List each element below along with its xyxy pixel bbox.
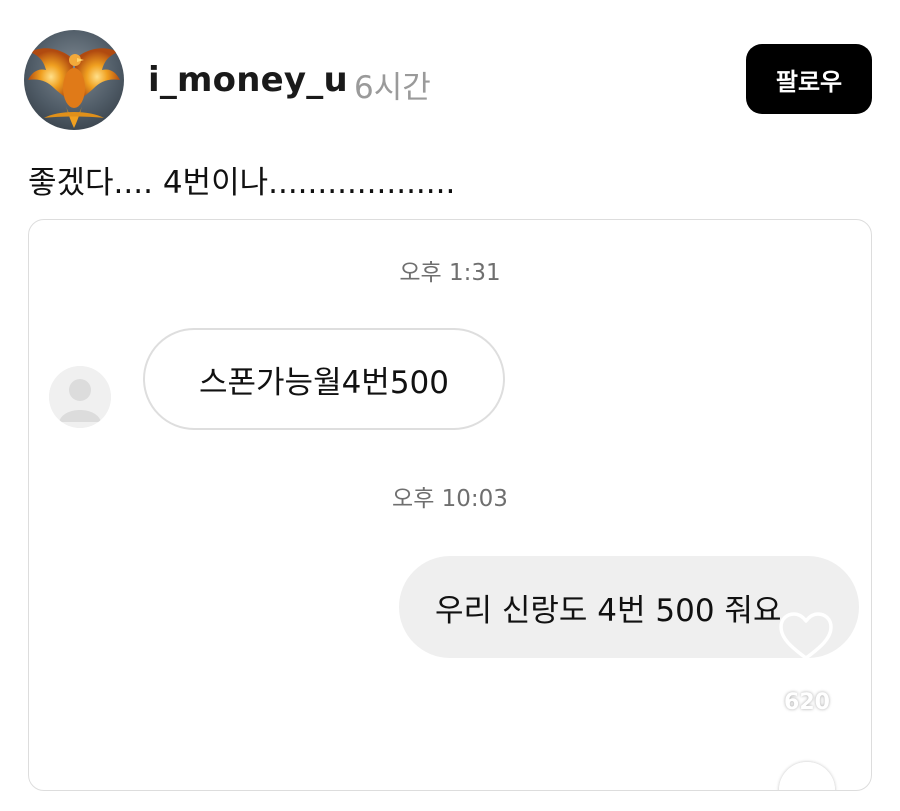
post-header: i_money_u 6시간 팔로우 [24,30,874,130]
follow-button[interactable]: 팔로우 [746,44,872,114]
post-time: 6시간 [354,70,431,106]
phoenix-avatar-icon [28,48,120,128]
user-avatar[interactable] [24,30,124,130]
sender-avatar [49,366,111,428]
chat-timestamp: 오후 10:03 [392,486,508,512]
chat-timestamp: 오후 1:31 [399,260,501,286]
like-count: 620 [784,690,830,715]
comment-icon[interactable] [779,762,835,790]
heart-icon[interactable] [777,610,835,662]
username[interactable]: i_money_u [148,60,348,100]
received-message-bubble: 스폰가능월4번500 [143,328,505,430]
post-image[interactable]: 오후 1:31 스폰가능월4번500 오후 10:03 우리 신랑도 4번 50… [28,219,872,791]
post-caption: 좋겠다.... 4번이나................... [28,165,456,201]
default-profile-icon [49,366,111,428]
